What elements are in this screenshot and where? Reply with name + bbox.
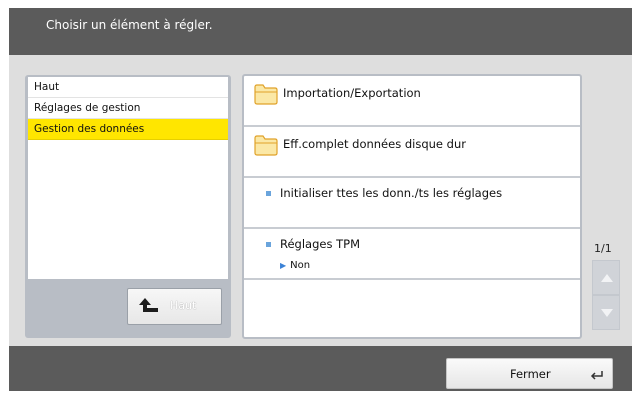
scroll-up-icon <box>601 274 613 282</box>
close-button[interactable]: Fermer <box>446 358 613 389</box>
folder-icon <box>254 83 278 109</box>
nav-item-label: Haut <box>34 81 60 93</box>
bullet-icon <box>266 191 271 196</box>
close-button-label: Fermer <box>510 367 551 381</box>
folder-icon <box>254 134 278 160</box>
footer-bar: Fermer <box>9 346 632 391</box>
nav-item-label: Gestion des données <box>34 123 145 135</box>
list-item-label: Réglages TPM <box>280 237 360 251</box>
list-item-label: Eff.complet données disque dur <box>283 137 466 151</box>
list-item-eff-complet-disque-dur[interactable]: Eff.complet données disque dur <box>244 127 580 178</box>
settings-list: Importation/Exportation Eff.complet donn… <box>242 74 582 339</box>
bullet-icon <box>266 242 271 247</box>
nav-item-haut[interactable]: Haut <box>28 77 228 98</box>
enter-icon <box>590 369 604 383</box>
list-item-label: Initialiser ttes les donn./ts les réglag… <box>280 186 503 200</box>
list-item-reglages-tpm[interactable]: Réglages TPM ▶ Non <box>244 229 580 280</box>
list-item-importation-exportation[interactable]: Importation/Exportation <box>244 76 580 127</box>
up-button[interactable]: Haut <box>127 288 222 325</box>
nav-item-gestion-des-donnees[interactable]: Gestion des données <box>28 119 228 140</box>
settings-screen: Choisir un élément à régler. Haut Réglag… <box>9 8 632 391</box>
list-item-label: Importation/Exportation <box>283 86 421 100</box>
nav-item-reglages-de-gestion[interactable]: Réglages de gestion <box>28 98 228 119</box>
scroll-down-button[interactable] <box>592 295 620 330</box>
nav-panel: Haut Réglages de gestion Gestion des don… <box>25 75 231 338</box>
header-bar: Choisir un élément à régler. <box>9 8 632 55</box>
page-indicator: 1/1 <box>594 242 612 255</box>
nav-list: Haut Réglages de gestion Gestion des don… <box>28 77 228 279</box>
list-item-initialiser-donnees[interactable]: Initialiser ttes les donn./ts les réglag… <box>244 178 580 229</box>
nav-item-label: Réglages de gestion <box>34 102 141 114</box>
page-title: Choisir un élément à régler. <box>46 18 213 32</box>
setting-value: ▶ Non <box>280 260 310 271</box>
setting-value-text: Non <box>290 260 311 271</box>
scroll-up-button[interactable] <box>592 260 620 295</box>
up-button-label: Haut <box>170 299 197 312</box>
scroll-down-icon <box>601 309 613 317</box>
up-arrow-icon <box>138 297 160 318</box>
value-arrow-icon: ▶ <box>280 261 287 270</box>
